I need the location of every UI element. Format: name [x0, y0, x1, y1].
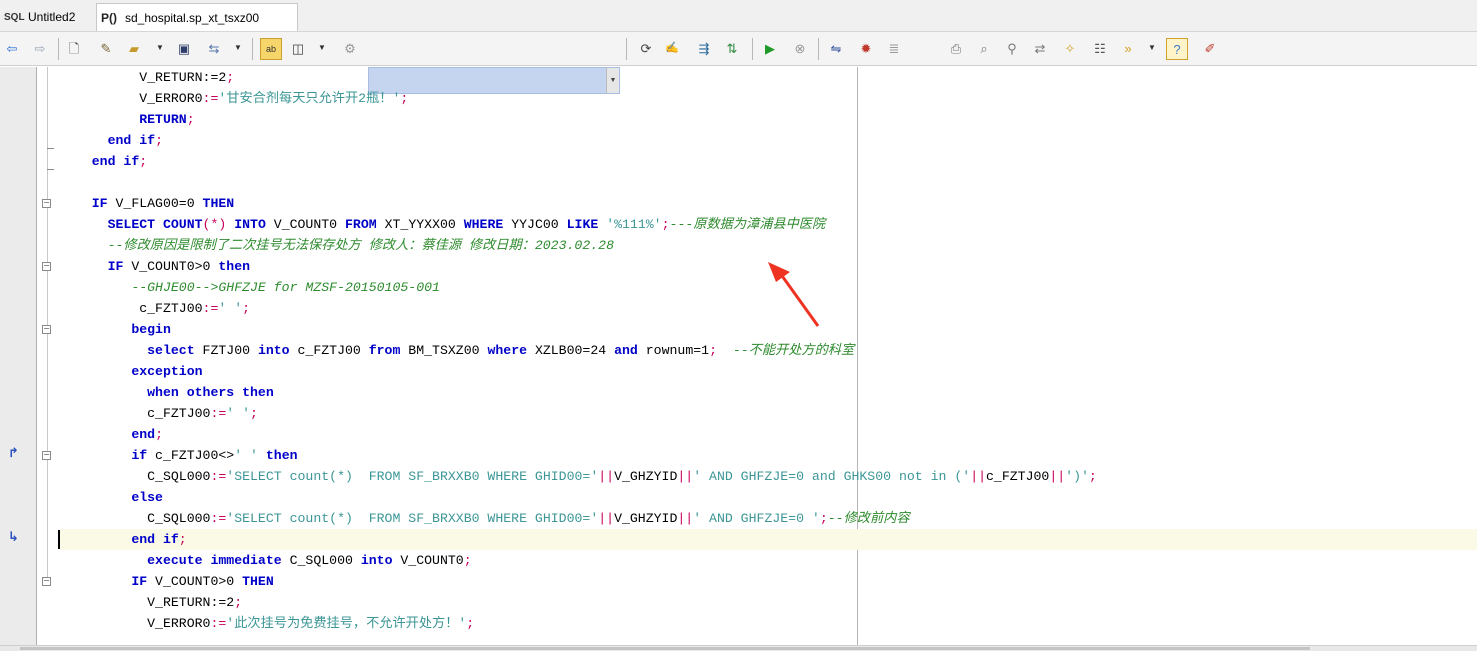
forward-arrow-icon[interactable]: ⇨	[30, 38, 50, 58]
bug-icon[interactable]: ✹	[856, 38, 876, 58]
tab-procedure[interactable]: P() sd_hospital.sp_xt_tsxz00	[96, 3, 298, 31]
split-window-icon[interactable]: ◫	[288, 38, 308, 58]
procedure-icon: P()	[101, 10, 117, 25]
chevron-down-icon[interactable]: ▼	[154, 38, 166, 58]
send-icon[interactable]: ⇶	[694, 38, 714, 58]
refresh-icon[interactable]: ⟳	[636, 38, 656, 58]
object-icon[interactable]: ⚙	[340, 38, 360, 58]
chevron-down-icon[interactable]: ▼	[316, 38, 328, 58]
tab-label: Untitled2	[28, 10, 76, 24]
arrow-shaft	[778, 272, 820, 327]
pen-icon[interactable]: ✐	[1200, 38, 1220, 58]
toolbar-separator	[58, 38, 59, 60]
sql-script-icon[interactable]: ✍	[662, 38, 682, 58]
schema-icon[interactable]: ☷	[1090, 38, 1110, 58]
clean-icon[interactable]: ✧	[1060, 38, 1080, 58]
toolbar-separator	[752, 38, 753, 60]
new-file-icon[interactable]: 🗋	[64, 38, 84, 58]
tab-label: sd_hospital.sp_xt_tsxz00	[125, 10, 260, 25]
stop-icon[interactable]: ⊗	[790, 38, 810, 58]
back-arrow-icon[interactable]: ⇦	[2, 38, 22, 58]
save-icon[interactable]: ▣	[174, 38, 194, 58]
macro-icon[interactable]: »	[1118, 38, 1138, 58]
toolbar-separator	[626, 38, 627, 60]
run-icon[interactable]: ▶	[760, 38, 780, 58]
arrow-head	[768, 262, 790, 282]
sql-file-icon: SQL	[4, 11, 25, 23]
help-icon[interactable]: ?	[1166, 38, 1188, 60]
red-arrow-annotation	[768, 262, 820, 327]
tab-untitled2[interactable]: SQL Untitled2	[4, 3, 92, 31]
tab-strip: SQL Untitled2 P() sd_hospital.sp_xt_tsxz…	[0, 0, 1477, 32]
toolbar-separator	[818, 38, 819, 60]
replace-icon[interactable]: ⇄	[1030, 38, 1050, 58]
debug-icon[interactable]: ⇋	[826, 38, 846, 58]
export-icon[interactable]: ⇆	[204, 38, 224, 58]
toolbar-separator	[252, 38, 253, 60]
find-icon[interactable]: ⚲	[1002, 38, 1022, 58]
compare-icon[interactable]: ⇅	[722, 38, 742, 58]
chevron-down-icon[interactable]: ▼	[232, 38, 244, 58]
scrollbar-thumb[interactable]	[20, 647, 1310, 650]
horizontal-scrollbar[interactable]	[0, 645, 1477, 651]
toolbar: ⇦ ⇨ 🗋 ✎ ▰ ▼ ▣ ⇆ ▼ ab ◫ ▼ ⚙ ▼ ⟳ ✍ ⇶ ⇅ ▶ ⊗…	[0, 32, 1477, 94]
open-file-icon[interactable]: ✎	[96, 38, 116, 58]
indent-icon[interactable]: ≣	[884, 38, 904, 58]
open-folder-icon[interactable]: ▰	[124, 38, 144, 58]
print-preview-icon[interactable]: ⌕	[974, 38, 994, 58]
text-format-icon[interactable]: ab	[260, 38, 282, 60]
chevron-down-icon[interactable]: ▼	[1146, 38, 1158, 58]
code-editor[interactable]: V_RETURN:=2; V_ERROR0:='甘安合剂每天只允许开2瓶！'; …	[0, 67, 1477, 651]
print-icon[interactable]: ⎙	[946, 38, 966, 58]
